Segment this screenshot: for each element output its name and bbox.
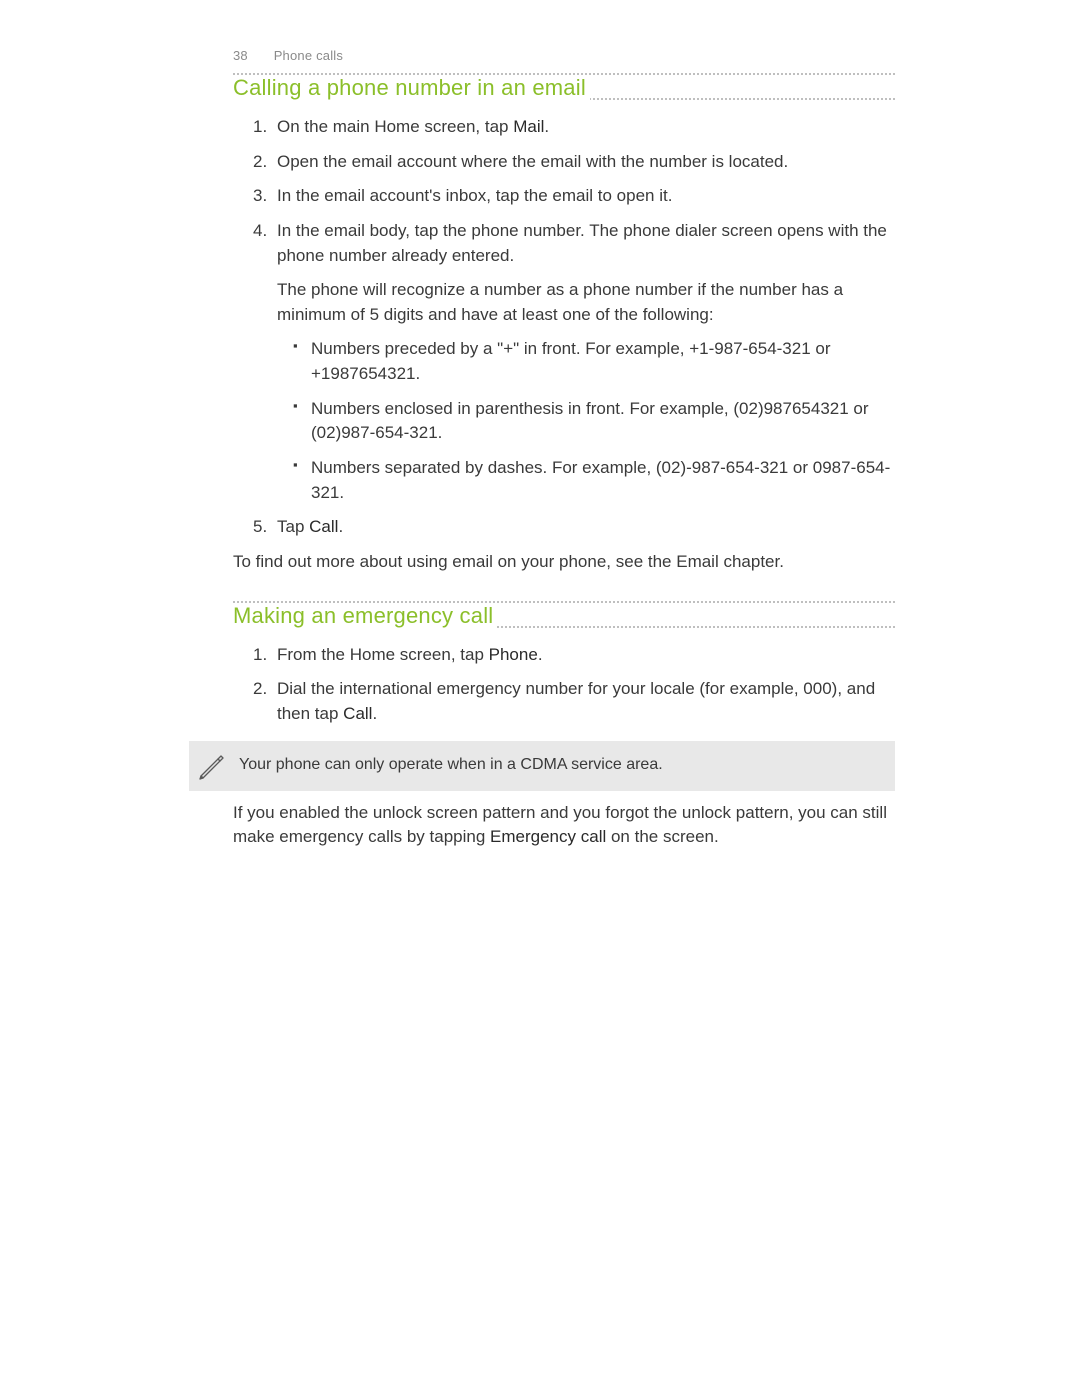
step-text: . (338, 517, 343, 536)
step-text: In the email account's inbox, tap the em… (277, 186, 672, 205)
step-item: On the main Home screen, tap Mail. (233, 115, 895, 140)
step-bold: Mail (513, 117, 544, 136)
section-title: Making an emergency call (233, 603, 497, 629)
list-item: Numbers preceded by a "+" in front. For … (277, 337, 895, 386)
bullet-text: Numbers separated by dashes. For example… (311, 458, 890, 502)
para-bold: Emergency call (490, 827, 606, 846)
step-item: In the email account's inbox, tap the em… (233, 184, 895, 209)
step-bold: Call (309, 517, 338, 536)
step-item: In the email body, tap the phone number.… (233, 219, 895, 505)
step-text: Open the email account where the email w… (277, 152, 788, 171)
section-heading-row: Calling a phone number in an email (233, 75, 895, 103)
ordered-steps: On the main Home screen, tap Mail. Open … (233, 115, 895, 540)
body-paragraph: If you enabled the unlock screen pattern… (233, 801, 895, 850)
step-text: From the Home screen, tap (277, 645, 489, 664)
step-paragraph: The phone will recognize a number as a p… (277, 278, 895, 327)
step-text: In the email body, tap the phone number.… (277, 221, 887, 265)
step-item: Tap Call. (233, 515, 895, 540)
note-callout: Your phone can only operate when in a CD… (189, 741, 895, 791)
step-item: From the Home screen, tap Phone. (233, 643, 895, 668)
ordered-steps: From the Home screen, tap Phone. Dial th… (233, 643, 895, 727)
section-heading-row: Making an emergency call (233, 603, 895, 631)
pencil-icon (193, 751, 229, 781)
body-paragraph: To find out more about using email on yo… (233, 550, 895, 575)
page-number: 38 (233, 48, 248, 63)
chapter-name: Phone calls (274, 48, 343, 63)
section-block: Making an emergency call From the Home s… (233, 601, 895, 850)
step-text: On the main Home screen, tap (277, 117, 513, 136)
step-text: Tap (277, 517, 309, 536)
step-bold: Call (343, 704, 372, 723)
list-item: Numbers enclosed in parenthesis in front… (277, 397, 895, 446)
step-text: . (544, 117, 549, 136)
step-bold: Phone (489, 645, 538, 664)
note-text: Your phone can only operate when in a CD… (229, 754, 663, 776)
list-item: Numbers separated by dashes. For example… (277, 456, 895, 505)
page-header: 38 Phone calls (233, 48, 895, 63)
bullet-text: Numbers enclosed in parenthesis in front… (311, 399, 869, 443)
step-item: Open the email account where the email w… (233, 150, 895, 175)
section-title: Calling a phone number in an email (233, 75, 590, 101)
para-text: on the screen. (606, 827, 718, 846)
step-text: . (372, 704, 377, 723)
bullet-list: Numbers preceded by a "+" in front. For … (277, 337, 895, 505)
step-item: Dial the international emergency number … (233, 677, 895, 726)
bullet-text: Numbers preceded by a "+" in front. For … (311, 339, 831, 383)
document-page: 38 Phone calls Calling a phone number in… (0, 0, 1080, 850)
step-text: . (538, 645, 543, 664)
